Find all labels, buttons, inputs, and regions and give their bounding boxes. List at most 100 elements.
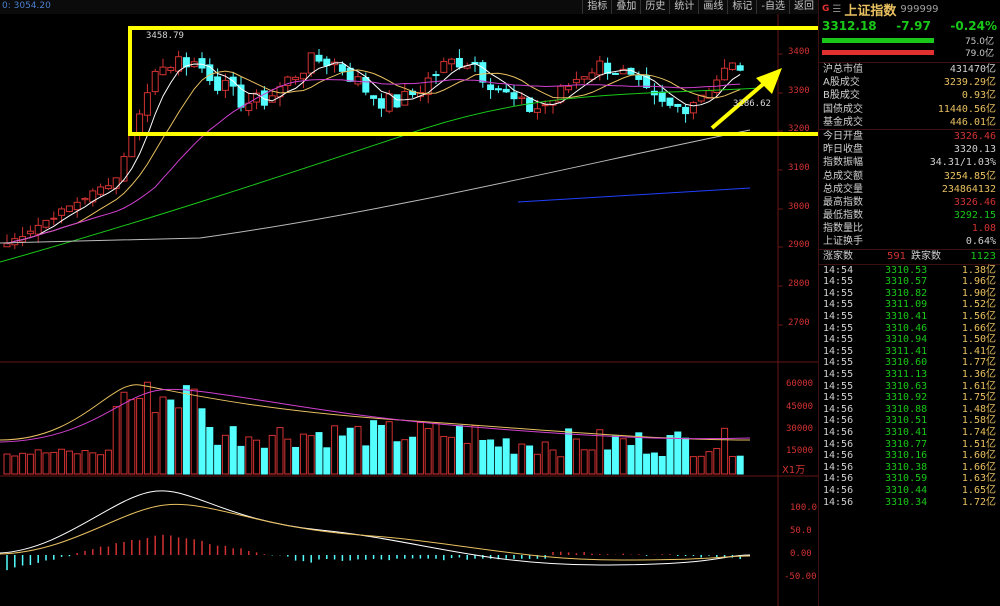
tick-amount: 1.75亿 [961, 392, 996, 404]
tick-price: 3310.59 [885, 473, 928, 485]
tick-row: 14:55 3311.09 1.52亿 [819, 299, 1000, 311]
volume-bar [604, 449, 612, 475]
volume-bar [190, 388, 198, 475]
toolbar-drawline-button[interactable]: 画线 [698, 0, 727, 14]
volume-bar [19, 452, 27, 475]
tick-amount: 1.63亿 [961, 473, 996, 485]
volume-bar [728, 455, 736, 475]
tick-amount: 1.56亿 [961, 311, 996, 322]
tick-time: 14:56 [823, 484, 854, 496]
candle-body [50, 217, 58, 220]
price-axis-label: 3000 [788, 202, 810, 212]
sell-volume-bar [822, 38, 934, 43]
tick-amount: 1.58亿 [961, 415, 996, 427]
volume-bar [385, 421, 393, 475]
tick-amount: 1.61亿 [961, 380, 996, 392]
price-line: 3312.18 -7.97 -0.24% [819, 18, 1000, 34]
tick-row: 14:55 3310.57 1.96亿 [819, 276, 1000, 288]
stat-row: 上证换手 0.64% [823, 236, 996, 248]
volume-bar [549, 449, 557, 475]
volume-bar [354, 425, 362, 475]
tick-row: 14:56 3310.41 1.74亿 [819, 427, 1000, 439]
volume-bar [565, 428, 573, 475]
tick-amount: 1.60亿 [961, 450, 996, 462]
tick-time: 14:56 [823, 415, 854, 427]
tick-list[interactable]: 14:54 3310.53 1.38亿 14:55 3310.57 1.96亿 14:55 3… [819, 265, 1000, 508]
tick-amount: 1.72亿 [961, 496, 996, 508]
macd-axis-label: 50.0 [790, 526, 812, 536]
toolbar-remove-watchlist-button[interactable]: -自选 [756, 0, 789, 14]
macd-dif-line [0, 490, 751, 566]
volume-bar [11, 455, 19, 475]
tick-row: 14:55 3310.63 1.61亿 [819, 381, 1000, 393]
chart-toolbar: 指标 叠加 历史 统计 画线 标记 -自选 返回 [582, 0, 818, 14]
tick-row: 14:55 3311.13 1.36亿 [819, 369, 1000, 381]
volume-bar [97, 454, 105, 475]
volume-bar [338, 435, 346, 475]
stat-row: 指数量比 1.08 [823, 223, 996, 235]
volume-bar [705, 451, 713, 475]
volume-bar [619, 438, 627, 475]
price-axis-label: 2900 [788, 240, 810, 250]
volume-bar [73, 453, 81, 475]
candle-body [26, 230, 34, 235]
price-axis-label: 2800 [788, 279, 810, 289]
tick-amount: 1.50亿 [961, 334, 996, 346]
volume-bar [159, 396, 167, 475]
index-stat-rows: 今日开盘 3326.46 昨日收盘 3320.13 指数振幅 34.31/1.03% … [819, 130, 1000, 249]
toolbar-mark-button[interactable]: 标记 [727, 0, 756, 14]
current-price: 3312.18 [822, 19, 877, 33]
candle-body [34, 224, 42, 235]
stat-row: B股成交 0.93亿 [823, 90, 996, 102]
bar2-value: 79.0亿 [964, 49, 994, 59]
volume-bar [136, 397, 144, 475]
candle-body [112, 177, 120, 189]
tick-time: 14:55 [823, 311, 854, 322]
volume-bar [237, 445, 245, 475]
tick-time: 14:55 [823, 334, 854, 346]
tick-price: 3310.38 [885, 461, 928, 473]
tick-price: 3310.88 [885, 403, 928, 415]
volume-bar [658, 455, 666, 475]
volume-bar [440, 435, 448, 475]
volume-bar [479, 439, 487, 475]
volume-bar [580, 449, 588, 475]
tick-time: 14:55 [823, 287, 854, 299]
toolbar-overlay-button[interactable]: 叠加 [611, 0, 640, 14]
tick-row: 14:56 3310.77 1.51亿 [819, 439, 1000, 451]
tick-price: 3310.51 [885, 415, 928, 427]
volume-bar [307, 435, 315, 475]
stat-row: 总成交量 234864132 [823, 183, 996, 195]
volume-bar [416, 421, 424, 475]
toolbar-stats-button[interactable]: 统计 [669, 0, 698, 14]
tick-row: 14:56 3310.16 1.60亿 [819, 450, 1000, 462]
volume-bar [167, 399, 175, 475]
volume-bar [533, 453, 541, 475]
moving-average-line [0, 129, 751, 244]
toolbar-back-button[interactable]: 返回 [789, 0, 818, 14]
moving-average-line [517, 187, 751, 203]
down-label: 跌家数 [911, 250, 941, 262]
volume-bar [346, 427, 354, 475]
toolbar-indicator-button[interactable]: 指标 [582, 0, 611, 14]
tick-time: 14:55 [823, 380, 854, 392]
volume-bar [182, 385, 190, 475]
menu-icon[interactable]: ☰ [832, 4, 841, 15]
tick-price: 3310.57 [885, 276, 928, 288]
tick-price: 3310.16 [885, 450, 928, 462]
index-code: 999999 [900, 3, 939, 15]
turnover-rows: 沪总市值 431470亿 A股成交 3239.29亿 B股成交 0.93亿 国债成交 1… [819, 63, 1000, 129]
volume-bar [689, 456, 697, 475]
volume-bar [128, 399, 136, 475]
tick-row: 14:55 3310.92 1.75亿 [819, 392, 1000, 404]
price-axis-label: 3100 [788, 163, 810, 173]
volume-bar [736, 455, 744, 475]
advance-decline-row: 涨家数 591 跌家数 1123 [819, 250, 1000, 264]
price-axis-label: 2700 [788, 318, 810, 328]
tick-row: 14:56 3310.38 1.66亿 [819, 462, 1000, 474]
volume-bar [315, 432, 323, 475]
stat-row: 国债成交 11440.56亿 [823, 103, 996, 115]
volume-bar [650, 452, 658, 475]
toolbar-history-button[interactable]: 历史 [640, 0, 669, 14]
volume-bar [643, 453, 651, 475]
